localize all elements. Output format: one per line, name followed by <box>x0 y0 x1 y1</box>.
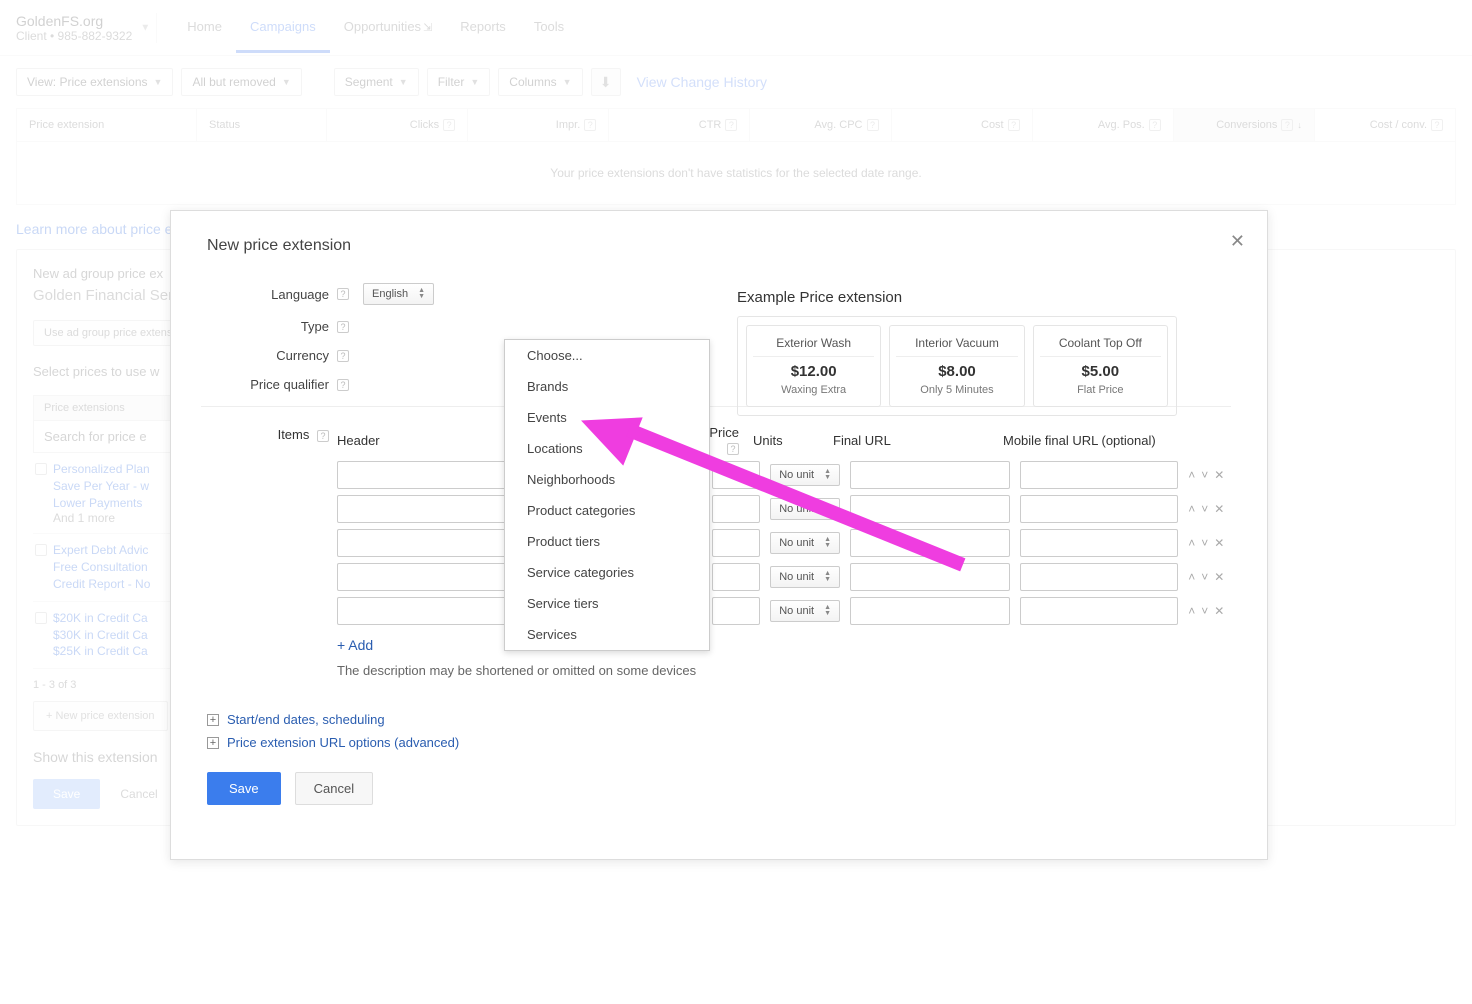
items-label: Items ? <box>207 425 337 678</box>
item-row: $ No unit▲▼ ˄˅✕ <box>337 461 1231 489</box>
currency-label: Currency <box>207 348 337 363</box>
cancel-button[interactable]: Cancel <box>295 772 373 805</box>
move-down-icon[interactable]: ˅ <box>1201 502 1208 516</box>
add-item-link[interactable]: + Add <box>337 637 373 653</box>
col-header: Header <box>337 433 506 448</box>
dropdown-option[interactable]: Service categories <box>505 557 709 588</box>
mobile-url-input[interactable] <box>1020 563 1178 591</box>
price-input[interactable] <box>712 563 760 591</box>
dropdown-option[interactable]: Locations <box>505 433 709 464</box>
move-up-icon[interactable]: ˄ <box>1188 468 1195 482</box>
sort-icon: ▲▼ <box>824 537 831 549</box>
modal-title: New price extension <box>207 237 1231 255</box>
qualifier-label: Price qualifier <box>207 377 337 392</box>
mobile-url-input[interactable] <box>1020 461 1178 489</box>
help-icon[interactable]: ? <box>727 443 739 455</box>
units-select[interactable]: No unit▲▼ <box>770 600 840 622</box>
dropdown-option[interactable]: Choose... <box>505 340 709 371</box>
dropdown-option[interactable]: Product tiers <box>505 526 709 557</box>
remove-icon[interactable]: ✕ <box>1214 570 1224 584</box>
price-input[interactable] <box>712 495 760 523</box>
header-input[interactable] <box>337 495 506 523</box>
sort-icon: ▲▼ <box>824 605 831 617</box>
header-input[interactable] <box>337 597 506 625</box>
help-icon[interactable]: ? <box>337 350 349 362</box>
price-input[interactable] <box>712 529 760 557</box>
language-select[interactable]: English ▲▼ <box>363 283 434 305</box>
col-units: Units <box>753 433 823 448</box>
type-dropdown: Choose... Brands Events Locations Neighb… <box>504 339 710 651</box>
sort-icon: ▲▼ <box>824 571 831 583</box>
dropdown-option[interactable]: Services <box>505 619 709 650</box>
item-row: $ No unit▲▼ ˄˅✕ <box>337 495 1231 523</box>
sort-icon: ▲▼ <box>418 288 425 300</box>
dropdown-option[interactable]: Service tiers <box>505 588 709 619</box>
dropdown-option[interactable]: Neighborhoods <box>505 464 709 495</box>
move-down-icon[interactable]: ˅ <box>1201 468 1208 482</box>
help-icon[interactable]: ? <box>337 288 349 300</box>
url-options-expand[interactable]: + Price extension URL options (advanced) <box>207 735 1231 750</box>
example-card: Interior Vacuum $8.00 Only 5 Minutes <box>889 325 1024 407</box>
final-url-input[interactable] <box>850 461 1010 489</box>
move-down-icon[interactable]: ˅ <box>1201 536 1208 550</box>
units-select[interactable]: No unit▲▼ <box>770 498 840 520</box>
type-label: Type <box>207 319 337 334</box>
header-input[interactable] <box>337 529 506 557</box>
units-select[interactable]: No unit▲▼ <box>770 532 840 554</box>
example-card: Coolant Top Off $5.00 Flat Price <box>1033 325 1168 407</box>
final-url-input[interactable] <box>850 495 1010 523</box>
mobile-url-input[interactable] <box>1020 597 1178 625</box>
help-icon[interactable]: ? <box>337 379 349 391</box>
final-url-input[interactable] <box>850 529 1010 557</box>
plus-icon: + <box>207 714 219 726</box>
close-icon[interactable]: ✕ <box>1230 231 1245 252</box>
move-down-icon[interactable]: ˅ <box>1201 604 1208 618</box>
dropdown-option[interactable]: Product categories <box>505 495 709 526</box>
language-label: Language <box>207 287 337 302</box>
help-icon[interactable]: ? <box>317 430 329 442</box>
example-card: Exterior Wash $12.00 Waxing Extra <box>746 325 881 407</box>
price-input[interactable] <box>712 461 760 489</box>
save-button[interactable]: Save <box>207 772 281 805</box>
dropdown-option[interactable]: Events <box>505 402 709 433</box>
remove-icon[interactable]: ✕ <box>1214 536 1224 550</box>
sort-icon: ▲▼ <box>824 469 831 481</box>
item-row: $ No unit▲▼ ˄˅✕ <box>337 597 1231 625</box>
remove-icon[interactable]: ✕ <box>1214 468 1224 482</box>
description-note: The description may be shortened or omit… <box>337 663 1231 678</box>
move-up-icon[interactable]: ˄ <box>1188 536 1195 550</box>
mobile-url-input[interactable] <box>1020 495 1178 523</box>
plus-icon: + <box>207 737 219 749</box>
item-row: $ No unit▲▼ ˄˅✕ <box>337 563 1231 591</box>
move-down-icon[interactable]: ˅ <box>1201 570 1208 584</box>
dropdown-option[interactable]: Brands <box>505 371 709 402</box>
col-final-url: Final URL <box>833 433 993 448</box>
example-preview: Example Price extension Exterior Wash $1… <box>737 289 1177 416</box>
header-input[interactable] <box>337 461 506 489</box>
items-grid: Header Description Price ? Units Final U… <box>337 425 1231 678</box>
scheduling-expand[interactable]: + Start/end dates, scheduling <box>207 712 1231 727</box>
units-select[interactable]: No unit▲▼ <box>770 566 840 588</box>
move-up-icon[interactable]: ˄ <box>1188 604 1195 618</box>
final-url-input[interactable] <box>850 597 1010 625</box>
mobile-url-input[interactable] <box>1020 529 1178 557</box>
sort-icon: ▲▼ <box>824 503 831 515</box>
price-input[interactable] <box>712 597 760 625</box>
remove-icon[interactable]: ✕ <box>1214 604 1224 618</box>
item-row: $ No unit▲▼ ˄˅✕ <box>337 529 1231 557</box>
example-title: Example Price extension <box>737 289 1177 306</box>
col-mobile-url: Mobile final URL (optional) <box>1003 433 1161 448</box>
move-up-icon[interactable]: ˄ <box>1188 502 1195 516</box>
units-select[interactable]: No unit▲▼ <box>770 464 840 486</box>
header-input[interactable] <box>337 563 506 591</box>
move-up-icon[interactable]: ˄ <box>1188 570 1195 584</box>
new-price-extension-modal: New price extension ✕ Language ? English… <box>170 210 1268 860</box>
final-url-input[interactable] <box>850 563 1010 591</box>
remove-icon[interactable]: ✕ <box>1214 502 1224 516</box>
help-icon[interactable]: ? <box>337 321 349 333</box>
